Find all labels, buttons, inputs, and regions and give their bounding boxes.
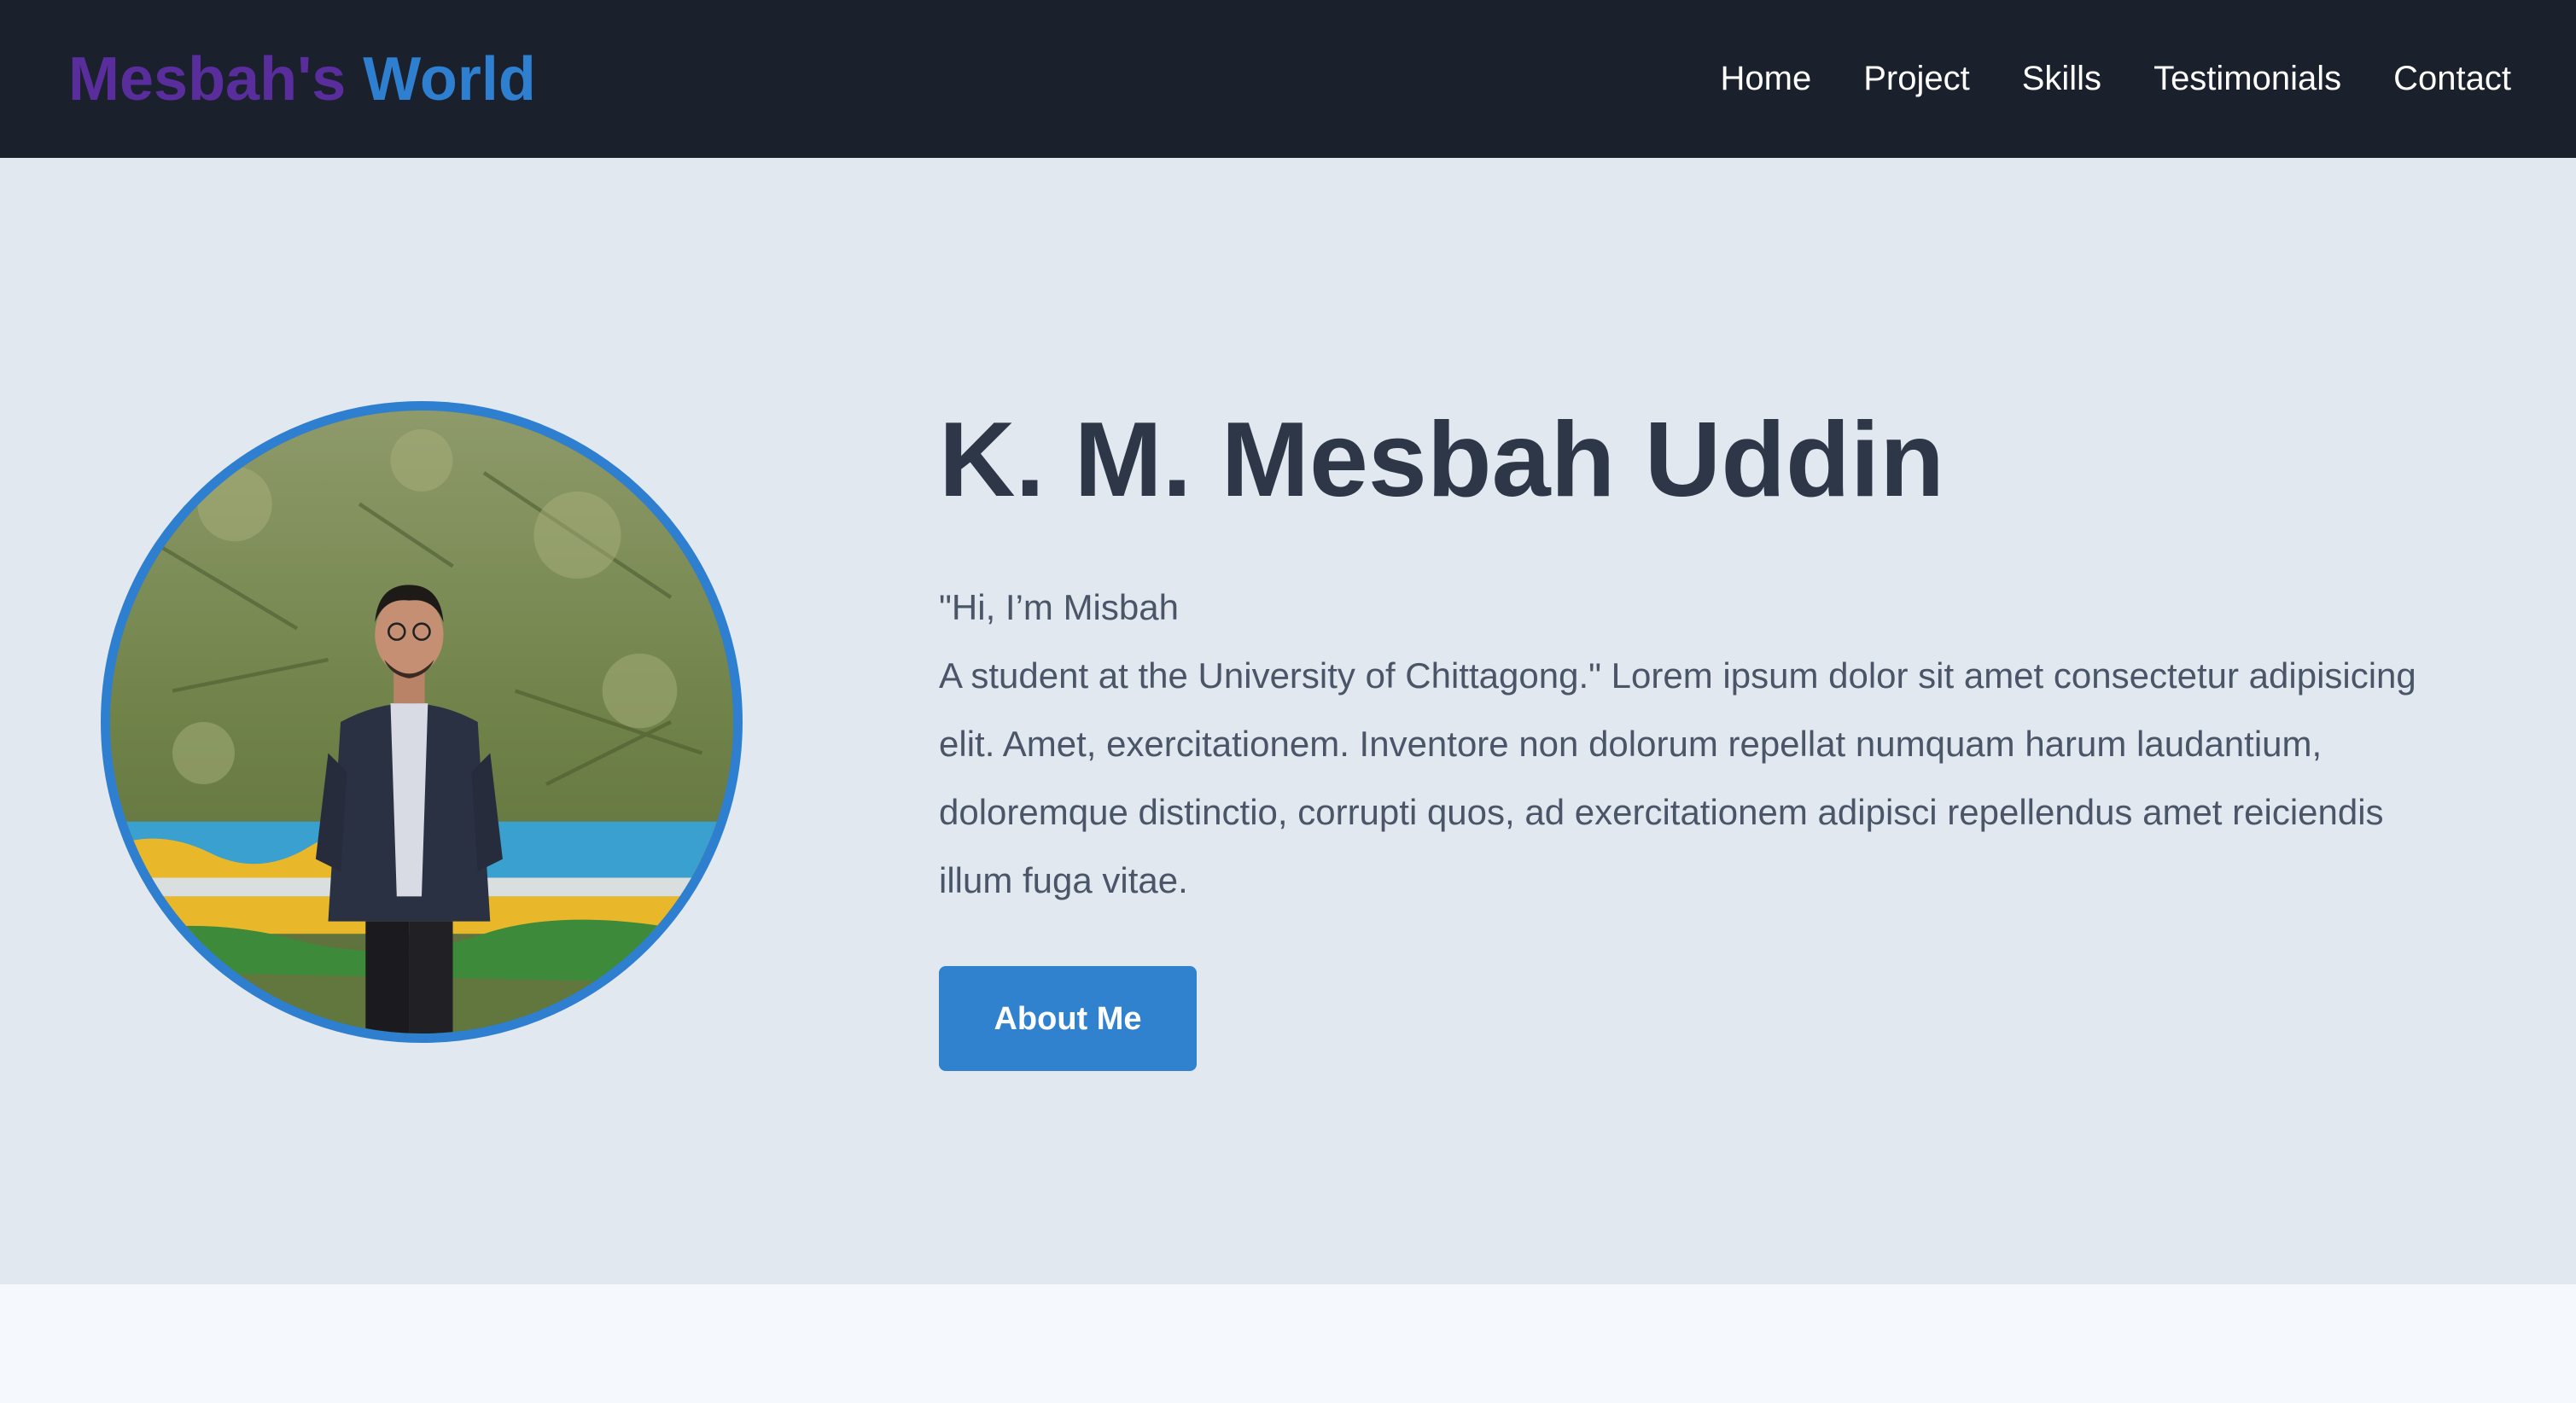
nav-link-testimonials[interactable]: Testimonials (2153, 60, 2341, 98)
nav-menu: Home Project Skills Testimonials Contact (1721, 60, 2511, 98)
hero-description: A student at the University of Chittagon… (939, 655, 2416, 900)
nav-link-home[interactable]: Home (1721, 60, 1812, 98)
hero-name: K. M. Mesbah Uddin (939, 401, 1944, 519)
about-me-button[interactable]: About Me (939, 965, 1197, 1071)
nav-link-contact[interactable]: Contact (2393, 60, 2511, 98)
nav-link-skills[interactable]: Skills (2022, 60, 2101, 98)
profile-photo (101, 401, 743, 1043)
navbar: Mesbah's World Home Project Skills Testi… (0, 0, 2576, 158)
hero-section: K. M. Mesbah Uddin "Hi, I’m Misbah A stu… (0, 158, 2576, 1284)
profile-photo-illustration (110, 410, 733, 1033)
hero-intro: "Hi, I’m Misbah A student at the Univers… (939, 573, 2441, 915)
hero-content: K. M. Mesbah Uddin "Hi, I’m Misbah A stu… (939, 397, 2441, 1071)
next-section (0, 1284, 2576, 1403)
hero-greeting: "Hi, I’m Misbah (939, 586, 1179, 627)
logo-first-word: Mesbah's (68, 44, 347, 114)
logo-second-word: World (363, 44, 536, 114)
nav-link-project[interactable]: Project (1863, 60, 1970, 98)
site-logo[interactable]: Mesbah's World (68, 49, 536, 110)
